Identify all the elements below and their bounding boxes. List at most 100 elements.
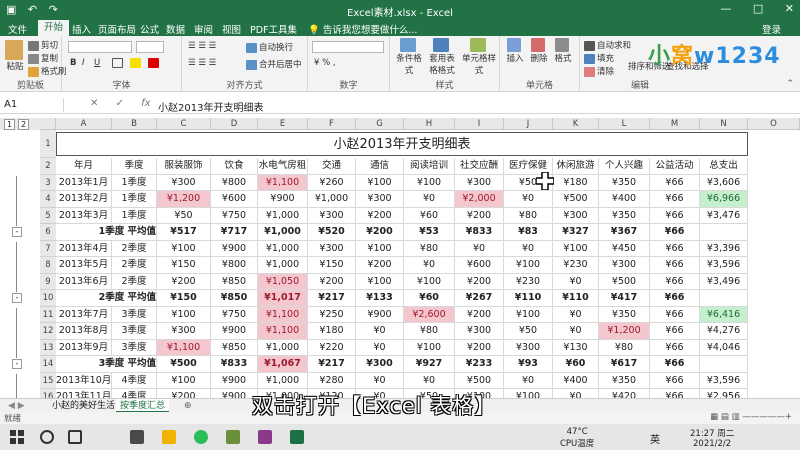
data-cell[interactable]: ¥66 <box>650 240 700 257</box>
data-cell[interactable]: ¥1,017 <box>258 290 308 307</box>
row-header[interactable]: 7 <box>40 240 56 257</box>
data-cell[interactable]: ¥3,596 <box>700 372 748 389</box>
search-icon[interactable] <box>40 430 54 444</box>
tab-data[interactable]: 数据 <box>166 22 185 36</box>
data-cell[interactable]: ¥66 <box>650 372 700 389</box>
data-cell[interactable]: ¥500 <box>599 273 650 290</box>
data-cell[interactable]: ¥100 <box>553 240 599 257</box>
data-cell[interactable]: ¥300 <box>504 339 553 356</box>
quarter-average-label[interactable]: 3季度 平均值 <box>56 356 157 373</box>
data-cell[interactable]: ¥200 <box>157 389 211 398</box>
outline-collapse-button[interactable]: - <box>12 293 22 303</box>
data-cell[interactable]: ¥66 <box>650 257 700 274</box>
data-cell[interactable]: ¥0 <box>404 372 455 389</box>
data-cell[interactable]: ¥66 <box>650 389 700 398</box>
tab-file[interactable]: 文件 <box>8 22 27 36</box>
column-header-c[interactable]: C <box>157 118 211 130</box>
data-cell[interactable]: ¥180 <box>308 323 356 340</box>
data-cell[interactable]: ¥400 <box>553 372 599 389</box>
data-cell[interactable]: ¥927 <box>404 356 455 373</box>
data-cell[interactable]: ¥400 <box>599 191 650 208</box>
row-header[interactable]: 15 <box>40 372 56 389</box>
data-cell[interactable]: ¥3,496 <box>700 273 748 290</box>
data-cell[interactable]: 2013年1月 <box>56 174 112 191</box>
data-cell[interactable]: ¥450 <box>599 240 650 257</box>
data-cell[interactable]: ¥0 <box>356 372 404 389</box>
data-cell[interactable]: ¥750 <box>211 207 258 224</box>
formula-input[interactable]: 小赵2013年开支明细表 <box>158 99 263 114</box>
data-cell[interactable]: ¥2,000 <box>455 191 504 208</box>
data-cell[interactable]: 4季度 <box>112 389 157 398</box>
data-cell[interactable]: ¥6,966 <box>700 191 748 208</box>
enter-icon[interactable]: ✓ <box>116 98 124 109</box>
cell-styles-button[interactable]: 单元格样式 <box>460 38 498 76</box>
fill-color-button[interactable] <box>130 58 143 69</box>
data-cell[interactable]: ¥717 <box>211 224 258 241</box>
data-cell[interactable]: ¥200 <box>455 207 504 224</box>
data-cell[interactable]: ¥500 <box>455 372 504 389</box>
outline-collapse-button[interactable]: - <box>12 227 22 237</box>
data-cell[interactable]: ¥3,596 <box>700 257 748 274</box>
header-cell[interactable]: 阅读培训 <box>404 158 455 175</box>
row-header[interactable]: 16 <box>40 389 56 398</box>
data-cell[interactable]: ¥300 <box>157 174 211 191</box>
data-cell[interactable]: ¥66 <box>650 273 700 290</box>
cpu-temp-widget[interactable]: 47°C CPU温度 <box>560 427 594 449</box>
row-header[interactable]: 9 <box>40 273 56 290</box>
data-cell[interactable] <box>700 356 748 373</box>
data-cell[interactable]: 2季度 <box>112 240 157 257</box>
outline-level-1[interactable]: 1 <box>4 119 16 130</box>
data-cell[interactable]: ¥1,000 <box>258 372 308 389</box>
tab-view[interactable]: 视图 <box>222 22 241 36</box>
data-cell[interactable]: ¥200 <box>308 273 356 290</box>
data-cell[interactable]: ¥1,100 <box>258 174 308 191</box>
header-cell[interactable]: 服装服饰 <box>157 158 211 175</box>
data-cell[interactable]: ¥300 <box>599 257 650 274</box>
header-cell[interactable]: 季度 <box>112 158 157 175</box>
data-cell[interactable]: ¥66 <box>650 224 700 241</box>
row-header[interactable]: 14 <box>40 356 56 373</box>
cut-button[interactable]: 剪切 <box>28 39 58 51</box>
data-cell[interactable] <box>700 290 748 307</box>
data-cell[interactable]: ¥300 <box>553 207 599 224</box>
data-cell[interactable] <box>700 224 748 241</box>
font-size-select[interactable] <box>136 41 164 53</box>
data-cell[interactable]: ¥130 <box>553 339 599 356</box>
data-cell[interactable]: ¥100 <box>404 339 455 356</box>
column-header-a[interactable]: A <box>56 118 112 130</box>
data-cell[interactable]: ¥200 <box>455 306 504 323</box>
data-cell[interactable]: ¥93 <box>504 356 553 373</box>
outline-collapse-button[interactable]: - <box>12 359 22 369</box>
data-cell[interactable]: ¥66 <box>650 207 700 224</box>
column-header-m[interactable]: M <box>650 118 700 130</box>
tab-formulas[interactable]: 公式 <box>140 22 159 36</box>
app-icon-1[interactable] <box>130 430 144 444</box>
data-cell[interactable]: ¥300 <box>157 323 211 340</box>
data-cell[interactable]: ¥250 <box>308 306 356 323</box>
data-cell[interactable]: ¥0 <box>356 323 404 340</box>
data-cell[interactable]: ¥66 <box>650 306 700 323</box>
quarter-average-label[interactable]: 1季度 平均值 <box>56 224 157 241</box>
data-cell[interactable]: ¥617 <box>599 356 650 373</box>
header-cell[interactable]: 个人兴趣 <box>599 158 650 175</box>
data-cell[interactable]: ¥300 <box>308 207 356 224</box>
data-cell[interactable]: 3季度 <box>112 339 157 356</box>
tab-home[interactable]: 开始 <box>38 20 70 36</box>
data-cell[interactable]: 2季度 <box>112 257 157 274</box>
data-cell[interactable]: ¥1,000 <box>308 191 356 208</box>
data-cell[interactable]: ¥66 <box>650 191 700 208</box>
sheet-nav-icon[interactable]: ◀ ▶ <box>4 399 29 413</box>
minimize-button[interactable]: — <box>720 2 731 15</box>
data-cell[interactable]: ¥1,100 <box>258 323 308 340</box>
data-cell[interactable]: ¥850 <box>211 339 258 356</box>
font-color-button[interactable] <box>148 58 161 69</box>
data-cell[interactable]: ¥1,067 <box>258 356 308 373</box>
insert-button[interactable]: 插入 <box>504 38 526 64</box>
data-cell[interactable]: ¥500 <box>157 356 211 373</box>
maximize-button[interactable]: □ <box>753 2 763 15</box>
data-cell[interactable]: 2013年10月 <box>56 372 112 389</box>
row-header[interactable]: 12 <box>40 323 56 340</box>
data-cell[interactable]: 2013年11月 <box>56 389 112 398</box>
header-cell[interactable]: 总支出 <box>700 158 748 175</box>
data-cell[interactable]: ¥280 <box>308 372 356 389</box>
